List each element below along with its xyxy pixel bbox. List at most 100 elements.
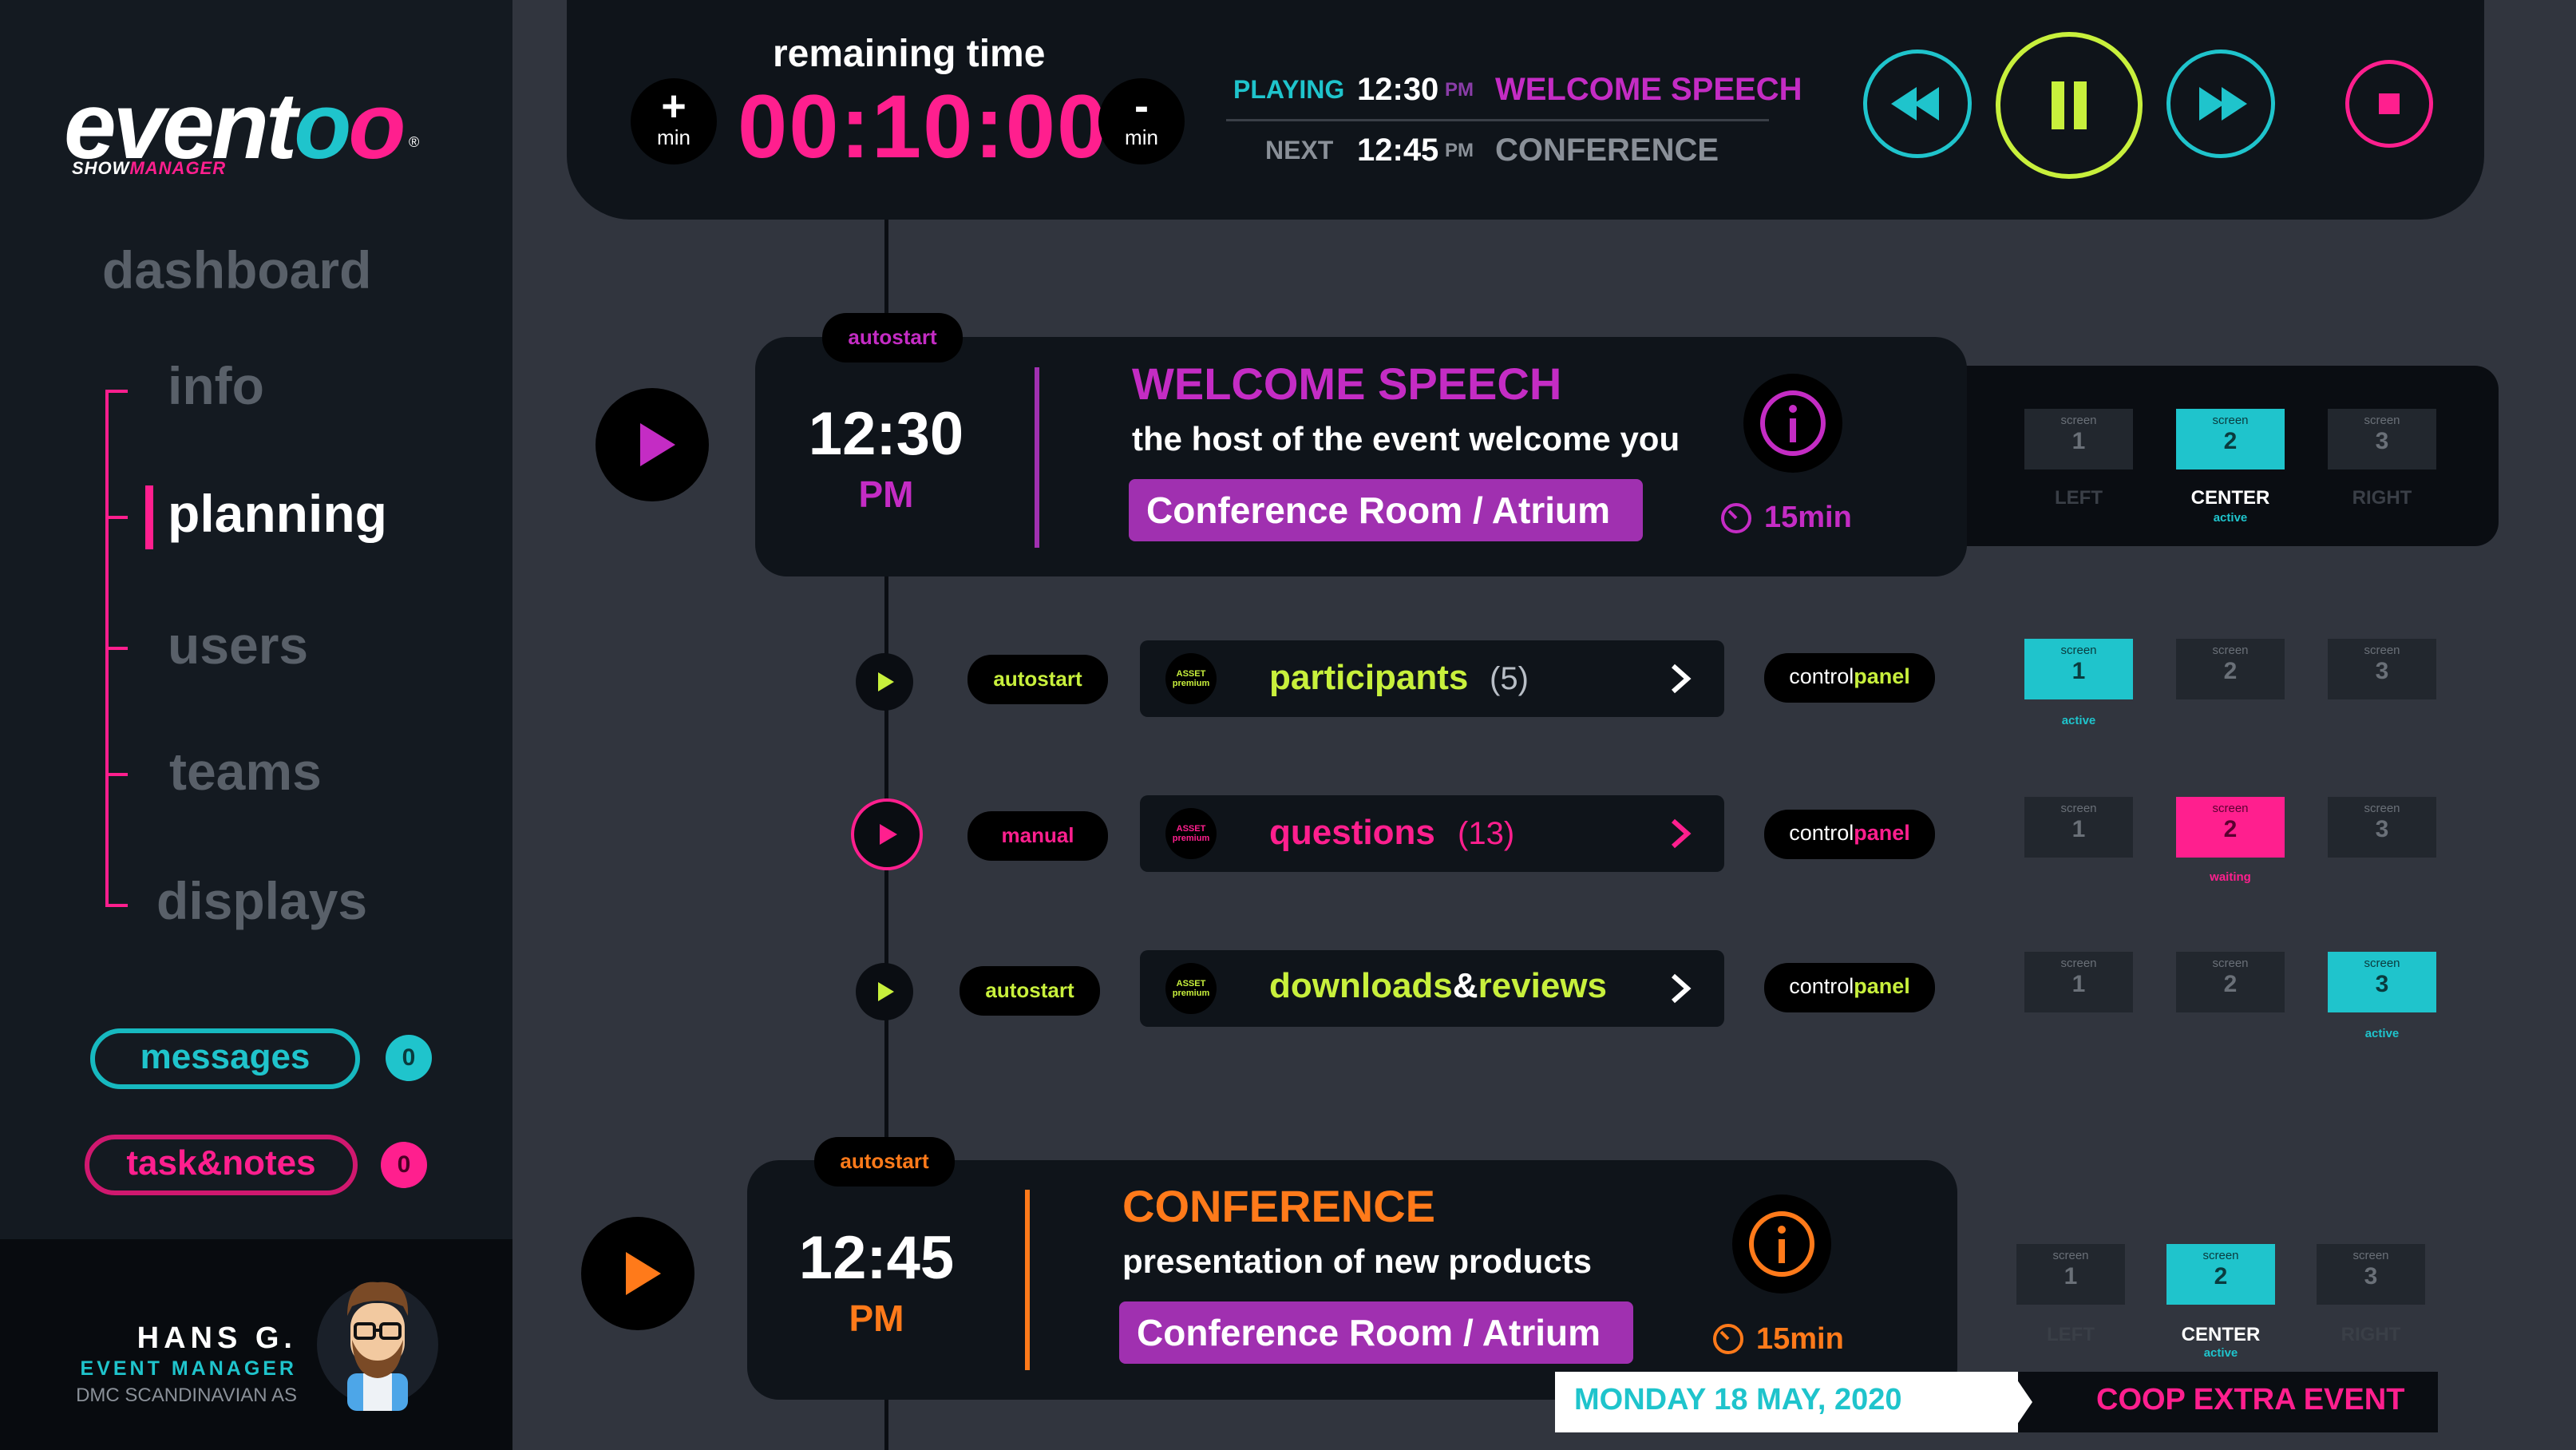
event-time: 12:45 [798, 1224, 955, 1292]
screen-1[interactable]: screen 1 [2024, 797, 2133, 858]
remaining-time-label: remaining time [773, 33, 1046, 75]
playing-time: 12:30 [1357, 72, 1439, 107]
playing-label: PLAYING [1233, 75, 1345, 104]
play-icon [880, 824, 897, 845]
asset-badge: ASSET premium [1165, 653, 1217, 704]
nav-planning[interactable]: planning [168, 483, 387, 544]
controlpanel-button[interactable]: controlpanel [1764, 963, 1935, 1012]
event-ampm: PM [858, 473, 914, 515]
nav-active-indicator [145, 485, 153, 549]
event-mode-tag: autostart [822, 313, 963, 362]
asset-mode-tag: manual [967, 811, 1108, 861]
chevron-right-icon[interactable] [1667, 661, 1696, 700]
nav-tick [105, 390, 128, 393]
registered-mark: ® [409, 134, 420, 150]
screen-2[interactable]: screen 2 [2176, 639, 2285, 699]
nav-teams[interactable]: teams [169, 741, 322, 802]
controlpanel-button[interactable]: controlpanel [1764, 653, 1935, 703]
event-info-button[interactable] [1732, 1194, 1831, 1294]
event-room: Conference Room / Atrium [1119, 1301, 1633, 1364]
chevron-right-icon[interactable] [1667, 971, 1696, 1010]
avatar[interactable] [315, 1271, 439, 1411]
asset-badge: ASSET premium [1165, 808, 1217, 859]
event-duration: 15min [1756, 1322, 1844, 1356]
chevron-right-icon[interactable] [1667, 816, 1696, 855]
messages-count-badge: 0 [386, 1035, 432, 1081]
controlpanel-button[interactable]: controlpanel [1764, 810, 1935, 859]
screen-position: LEFT [2047, 1324, 2095, 1345]
asset-name: questions [1269, 813, 1435, 852]
screen-1[interactable]: screen 1 [2024, 409, 2133, 469]
info-icon [1760, 390, 1826, 456]
nav-tick [105, 904, 128, 907]
date-box-arrow [2012, 1372, 2032, 1432]
event-play-button[interactable] [596, 388, 709, 501]
asset-play-button[interactable] [856, 653, 913, 711]
timer-icon [1710, 1321, 1747, 1361]
logo-subtitle: SHOWMANAGER [72, 158, 227, 178]
messages-button[interactable]: messages [90, 1028, 360, 1089]
screen-3[interactable]: screen 3 [2328, 952, 2436, 1012]
asset-play-button[interactable] [851, 798, 923, 870]
tasks-count-badge: 0 [381, 1142, 427, 1188]
current-date: MONDAY 18 MAY, 2020 [1574, 1383, 1902, 1416]
screen-1[interactable]: screen 1 [2016, 1244, 2125, 1305]
screen-3[interactable]: screen 3 [2317, 1244, 2425, 1305]
rewind-icon [1891, 87, 1939, 121]
event-info-button[interactable] [1743, 374, 1842, 473]
play-icon [878, 672, 894, 691]
asset-play-button[interactable] [856, 963, 913, 1020]
screen-2[interactable]: screen 2 [2176, 952, 2285, 1012]
subtract-minute-button[interactable]: - min [1098, 78, 1185, 164]
playing-title: WELCOME SPEECH [1495, 72, 1802, 107]
next-time: 12:45 [1357, 133, 1439, 168]
screen-position: CENTER [2181, 1324, 2261, 1345]
screen-3[interactable]: screen 3 [2328, 409, 2436, 469]
add-minute-button[interactable]: + min [631, 78, 717, 164]
screen-2[interactable]: screen 2 [2166, 1244, 2275, 1305]
screen-2[interactable]: screen 2 [2176, 797, 2285, 858]
screen-1[interactable]: screen 1 [2024, 952, 2133, 1012]
play-icon [640, 423, 675, 466]
user-role: EVENT MANAGER [80, 1357, 297, 1380]
screen-3[interactable]: screen 3 [2328, 797, 2436, 858]
nav-users[interactable]: users [168, 615, 308, 675]
screen-2[interactable]: screen 2 [2176, 409, 2285, 469]
asset-name: downloads&reviews [1269, 966, 1608, 1005]
user-company: DMC SCANDINAVIAN AS [76, 1385, 297, 1406]
next-ampm: PM [1445, 140, 1474, 161]
next-title: CONFERENCE [1495, 133, 1719, 168]
next-label: NEXT [1265, 136, 1334, 164]
screen-1[interactable]: screen 1 [2024, 639, 2133, 699]
play-icon [626, 1252, 661, 1295]
asset-name: participants [1269, 658, 1469, 697]
pause-icon [2052, 81, 2087, 129]
pause-button[interactable] [1996, 32, 2143, 179]
event-title: CONFERENCE [1122, 1181, 1436, 1231]
nav-info[interactable]: info [168, 355, 264, 416]
nav-displays[interactable]: displays [156, 870, 367, 931]
nav-tick [105, 647, 128, 650]
screen-3[interactable]: screen 3 [2328, 639, 2436, 699]
rewind-button[interactable] [1863, 50, 1972, 158]
fast-forward-button[interactable] [2166, 50, 2275, 158]
screen-state: active [2203, 1346, 2238, 1360]
nav-tick [105, 516, 128, 519]
screen-position: RIGHT [2341, 1324, 2401, 1345]
event-divider [1025, 1190, 1030, 1370]
tasks-notes-button[interactable]: task&notes [85, 1135, 358, 1195]
info-icon [1749, 1211, 1814, 1277]
asset-mode-tag: autostart [960, 966, 1100, 1016]
event-duration: 15min [1764, 501, 1852, 534]
play-icon [878, 982, 894, 1001]
stop-button[interactable] [2345, 60, 2433, 148]
user-name: HANS G. [137, 1321, 297, 1355]
nav-dashboard[interactable]: dashboard [102, 240, 371, 300]
asset-count: (5) [1490, 661, 1529, 696]
screen-position: CENTER [2190, 487, 2270, 509]
now-next-divider [1226, 119, 1769, 121]
event-description: presentation of new products [1122, 1242, 1593, 1280]
screen-position: RIGHT [2352, 487, 2412, 509]
event-play-button[interactable] [581, 1217, 694, 1330]
event-time: 12:30 [808, 400, 964, 468]
